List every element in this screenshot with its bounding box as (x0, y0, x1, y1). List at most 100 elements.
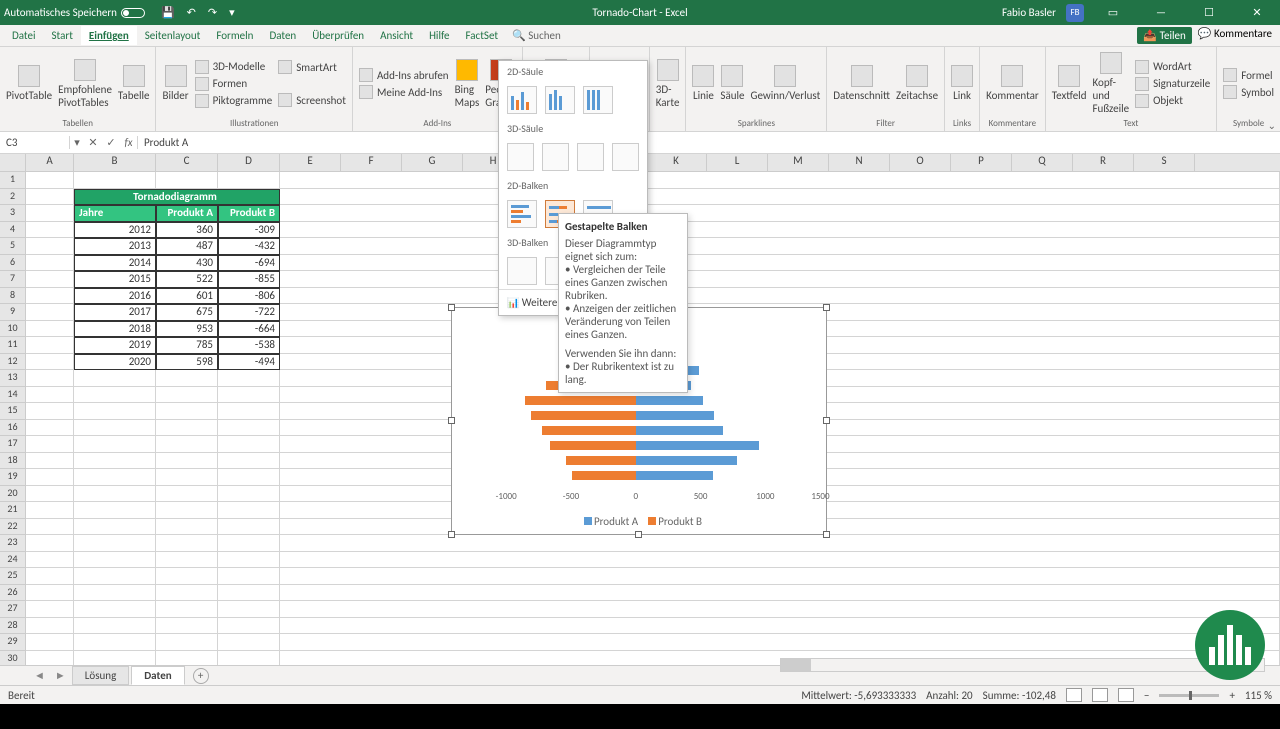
cell[interactable] (218, 634, 280, 651)
cell[interactable]: 2013 (74, 238, 156, 255)
cell[interactable] (26, 370, 74, 387)
cell[interactable] (156, 552, 218, 569)
signature-button[interactable]: Signaturzeile (1133, 76, 1212, 92)
col-header[interactable]: F (341, 154, 402, 171)
smartart-button[interactable]: SmartArt (276, 59, 348, 75)
cell[interactable] (218, 519, 280, 536)
cell[interactable] (26, 321, 74, 338)
undo-icon[interactable]: ↶ (187, 6, 196, 19)
link-button[interactable]: Link (949, 63, 975, 104)
cell[interactable] (26, 585, 74, 602)
tab-daten[interactable]: Daten (261, 26, 304, 45)
symbol-button[interactable]: Symbol (1221, 84, 1276, 100)
col-header[interactable]: R (1073, 154, 1134, 171)
cell[interactable] (218, 601, 280, 618)
sheet-tab-loesung[interactable]: Lösung (72, 666, 129, 685)
col-header[interactable]: G (402, 154, 463, 171)
col-header[interactable]: S (1134, 154, 1195, 171)
my-addins-button[interactable]: Meine Add-Ins (357, 84, 451, 100)
cell[interactable] (156, 387, 218, 404)
col-header[interactable]: N (829, 154, 890, 171)
object-button[interactable]: Objekt (1133, 93, 1212, 109)
col-header[interactable]: O (890, 154, 951, 171)
cell[interactable] (280, 255, 1280, 272)
col-header[interactable]: M (768, 154, 829, 171)
cell[interactable] (74, 651, 156, 666)
page-break-icon[interactable] (1118, 688, 1134, 702)
autosave-toggle[interactable]: Automatisches Speichern (4, 6, 145, 19)
zoom-slider[interactable] (1159, 694, 1219, 697)
user-name[interactable]: Fabio Basler (1002, 6, 1056, 19)
row-header[interactable]: 5 (0, 238, 26, 255)
share-button[interactable]: 📤 Teilen (1137, 27, 1191, 44)
clustered-column-icon[interactable] (507, 86, 537, 114)
cell[interactable] (156, 568, 218, 585)
tab-factset[interactable]: FactSet (458, 26, 507, 45)
row-header[interactable]: 7 (0, 271, 26, 288)
cell[interactable] (26, 634, 74, 651)
cell[interactable] (218, 486, 280, 503)
tab-hilfe[interactable]: Hilfe (421, 26, 457, 45)
cell[interactable] (74, 601, 156, 618)
cell[interactable]: -664 (218, 321, 280, 338)
col-header[interactable]: B (74, 154, 156, 171)
cell[interactable] (26, 420, 74, 437)
cell[interactable] (26, 552, 74, 569)
cell[interactable] (74, 535, 156, 552)
3dmodels-button[interactable]: 3D-Modelle (193, 59, 275, 75)
page-layout-icon[interactable] (1092, 688, 1108, 702)
col-header[interactable]: C (156, 154, 218, 171)
cell[interactable] (280, 222, 1280, 239)
3d-clustered-bar-icon[interactable] (507, 257, 537, 285)
cell[interactable]: 2014 (74, 255, 156, 272)
name-box[interactable]: C3 (0, 136, 70, 149)
cell[interactable] (26, 519, 74, 536)
cell[interactable] (280, 238, 1280, 255)
cell[interactable] (74, 387, 156, 404)
cell[interactable]: -694 (218, 255, 280, 272)
formula-expand-icon[interactable]: ⌄ (1268, 119, 1276, 132)
cell[interactable] (280, 271, 1280, 288)
cell[interactable] (26, 486, 74, 503)
zoom-level[interactable]: 115 % (1245, 689, 1272, 702)
cell[interactable] (26, 403, 74, 420)
cell[interactable] (74, 618, 156, 635)
row-header[interactable]: 20 (0, 486, 26, 503)
pivottable-button[interactable]: PivotTable (4, 63, 54, 104)
cell[interactable] (156, 420, 218, 437)
close-icon[interactable]: ✕ (1238, 6, 1276, 19)
cell[interactable]: 2016 (74, 288, 156, 305)
cell[interactable] (26, 222, 74, 239)
qat-more-icon[interactable]: ▾ (229, 6, 235, 19)
cell[interactable]: Jahre (74, 205, 156, 222)
sparkline-winloss-button[interactable]: Gewinn/Verlust (749, 63, 823, 104)
fx-icon[interactable]: fx (120, 136, 138, 149)
timeline-button[interactable]: Zeitachse (894, 63, 940, 104)
screenshot-button[interactable]: Screenshot (276, 92, 348, 108)
resize-handle[interactable] (823, 531, 830, 538)
cell[interactable]: -855 (218, 271, 280, 288)
cell[interactable] (74, 585, 156, 602)
cell[interactable] (156, 436, 218, 453)
col-header[interactable]: K (646, 154, 707, 171)
cell[interactable] (156, 618, 218, 635)
cell[interactable]: -538 (218, 337, 280, 354)
pictures-button[interactable]: Bilder (160, 63, 190, 104)
cell[interactable] (280, 535, 1280, 552)
cell[interactable] (74, 436, 156, 453)
cell[interactable] (156, 651, 218, 666)
col-header[interactable]: P (951, 154, 1012, 171)
3d-clustered-column-icon[interactable] (507, 143, 534, 171)
row-header[interactable]: 25 (0, 568, 26, 585)
cell[interactable] (218, 552, 280, 569)
tab-einfuegen[interactable]: Einfügen (81, 26, 137, 45)
cell[interactable] (74, 172, 156, 189)
tab-start[interactable]: Start (44, 26, 81, 45)
row-header[interactable]: 10 (0, 321, 26, 338)
row-header[interactable]: 22 (0, 519, 26, 536)
normal-view-icon[interactable] (1066, 688, 1082, 702)
3dmap-button[interactable]: 3D-Karte (654, 57, 682, 111)
cell[interactable] (218, 618, 280, 635)
cell[interactable]: -494 (218, 354, 280, 371)
cell[interactable]: 675 (156, 304, 218, 321)
